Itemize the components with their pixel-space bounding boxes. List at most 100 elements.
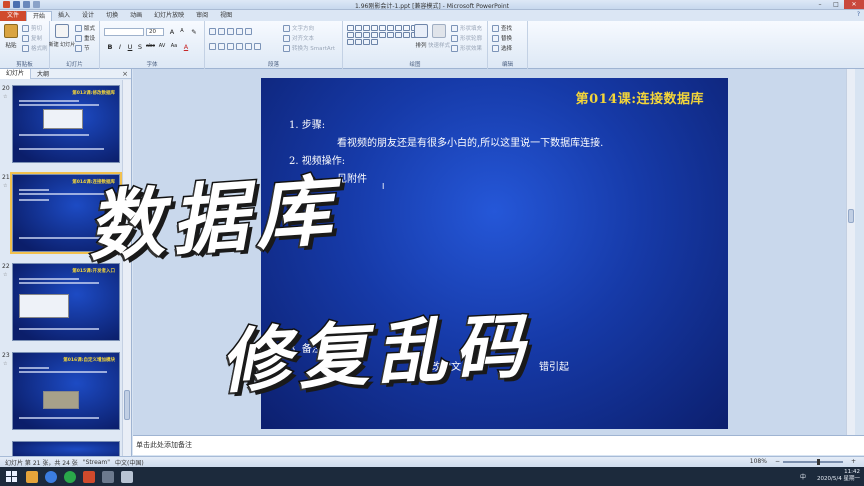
layout-button[interactable]: 版式 (75, 24, 95, 32)
slide-text-description[interactable]: 看视频的朋友还是有很多小白的,所以这里说一下数据库连接. (337, 134, 603, 149)
scrollbar-thumb[interactable] (848, 209, 854, 223)
shape-icon[interactable] (379, 32, 386, 38)
tab-slides[interactable]: 幻灯片 (0, 68, 32, 79)
replace-button[interactable]: 替换 (492, 34, 512, 42)
zoom-slider[interactable] (782, 458, 843, 465)
shape-icon[interactable] (403, 25, 410, 31)
shape-outline-button[interactable]: 形状轮廓 (451, 34, 482, 42)
shape-icon[interactable] (347, 32, 354, 38)
zoom-out-icon[interactable]: − (775, 458, 780, 465)
shape-icon[interactable] (387, 25, 394, 31)
bold-button[interactable]: B (106, 43, 114, 51)
new-slide-button[interactable]: 新建 幻灯片 (49, 24, 75, 48)
slide-text-suggestion-right[interactable]: 错引起 (539, 358, 569, 373)
tab-review[interactable]: 审阅 (190, 11, 214, 21)
select-button[interactable]: 选择 (492, 44, 512, 52)
shrink-font-button[interactable]: A (178, 28, 186, 34)
tab-animations[interactable]: 动画 (124, 11, 148, 21)
section-button[interactable]: 节 (75, 44, 90, 52)
slide-text-steps[interactable]: 1. 步骤: (289, 116, 325, 131)
slide-thumbnail[interactable] (12, 441, 120, 456)
app-icon[interactable] (121, 470, 133, 483)
tab-insert[interactable]: 插入 (52, 11, 76, 21)
tab-transitions[interactable]: 切换 (100, 11, 124, 21)
zoom-in-icon[interactable]: + (851, 458, 856, 465)
shape-icon[interactable] (371, 39, 378, 45)
notes-pane[interactable]: 单击此处添加备注 (133, 435, 864, 455)
clock[interactable]: 11:42 2020/5/4 星期一 (817, 469, 860, 483)
shape-icon[interactable] (387, 32, 394, 38)
font-name-combo[interactable] (104, 28, 144, 36)
ime-indicator[interactable]: 中 (800, 472, 806, 481)
format-painter-button[interactable]: 格式刷 (22, 44, 48, 52)
help-icon[interactable]: ? (857, 11, 860, 18)
thumbnail-item[interactable]: 22 ☆ 第015课:开发者入口 (0, 263, 123, 347)
start-button[interactable] (3, 470, 19, 484)
clear-format-button[interactable]: ✎ (190, 28, 198, 36)
tab-design[interactable]: 设计 (76, 11, 100, 21)
shape-icon[interactable] (403, 32, 410, 38)
thumbnail-item[interactable]: 23 ☆ 第016课:自定义增加模块 (0, 352, 123, 436)
language[interactable]: 中文(中国) (115, 458, 144, 467)
bullets-button[interactable] (209, 28, 252, 35)
thumbnail-item[interactable] (0, 441, 123, 456)
shape-icon[interactable] (355, 25, 362, 31)
minimize-button[interactable]: – (812, 0, 828, 9)
shape-icon[interactable] (371, 25, 378, 31)
slide-thumbnail[interactable]: 第016课:自定义增加模块 (12, 352, 120, 430)
copy-button[interactable]: 复制 (22, 34, 42, 42)
chrome-icon[interactable] (64, 470, 76, 483)
convert-smartart-button[interactable]: 转换为 SmartArt (283, 44, 335, 52)
shape-icon[interactable] (379, 25, 386, 31)
app-icon[interactable] (102, 470, 114, 483)
close-icon[interactable]: × (122, 70, 128, 78)
shape-icon[interactable] (347, 25, 354, 31)
slide-title[interactable]: 第014课:连接数据库 (576, 88, 704, 107)
align-buttons[interactable] (209, 43, 261, 50)
browser-icon[interactable] (45, 470, 57, 483)
text-direction-button[interactable]: 文字方向 (283, 24, 314, 32)
maximize-button[interactable]: □ (828, 0, 844, 9)
align-text-button[interactable]: 对齐文本 (283, 34, 314, 42)
thumbnail-item[interactable]: 20 ☆ 第013课:修改数据库 (0, 85, 123, 169)
tab-file[interactable]: 文件 (0, 11, 27, 21)
grow-font-button[interactable]: A (168, 28, 176, 36)
zoom-control[interactable]: 108% − + (745, 458, 856, 465)
scrollbar-thumb[interactable] (124, 390, 130, 420)
shape-icon[interactable] (395, 32, 402, 38)
slide-text-attachment[interactable]: 见附件 (337, 170, 367, 185)
shape-effects-button[interactable]: 形状效果 (451, 44, 482, 52)
close-button[interactable]: ✕ (844, 0, 864, 9)
shape-icon[interactable] (363, 25, 370, 31)
file-explorer-icon[interactable] (26, 470, 38, 483)
char-spacing-button[interactable]: AV (158, 43, 166, 49)
arrange-button[interactable]: 排列 (413, 24, 429, 49)
tab-home[interactable]: 开始 (26, 11, 53, 21)
shape-icon[interactable] (371, 32, 378, 38)
tab-slideshow[interactable]: 幻灯片放映 (148, 11, 190, 21)
editor-scrollbar[interactable] (846, 69, 855, 435)
font-size-combo[interactable]: 20 (146, 28, 164, 36)
zoom-slider-handle[interactable] (816, 458, 820, 465)
shape-icon[interactable] (395, 25, 402, 31)
quick-styles-button[interactable]: 快速样式 (428, 24, 450, 49)
reset-button[interactable]: 重设 (75, 34, 95, 42)
powerpoint-icon[interactable] (83, 470, 95, 483)
shape-icon[interactable] (355, 39, 362, 45)
cut-button[interactable]: 剪切 (22, 24, 42, 32)
slide-thumbnail[interactable]: 第013课:修改数据库 (12, 85, 120, 163)
tab-view[interactable]: 视图 (214, 11, 238, 21)
zoom-level[interactable]: 108% (750, 458, 767, 465)
font-color-button[interactable]: A (182, 43, 190, 51)
strikethrough-button[interactable]: abc (146, 43, 155, 49)
tab-outline[interactable]: 大纲 (31, 69, 55, 78)
shape-icon[interactable] (347, 39, 354, 45)
change-case-button[interactable]: Aa (170, 43, 178, 49)
italic-button[interactable]: I (116, 43, 124, 51)
shadow-button[interactable]: S (136, 43, 144, 51)
shape-icon[interactable] (355, 32, 362, 38)
shape-fill-button[interactable]: 形状填充 (451, 24, 482, 32)
find-button[interactable]: 查找 (492, 24, 512, 32)
shape-icon[interactable] (363, 39, 370, 45)
shape-icon[interactable] (363, 32, 370, 38)
